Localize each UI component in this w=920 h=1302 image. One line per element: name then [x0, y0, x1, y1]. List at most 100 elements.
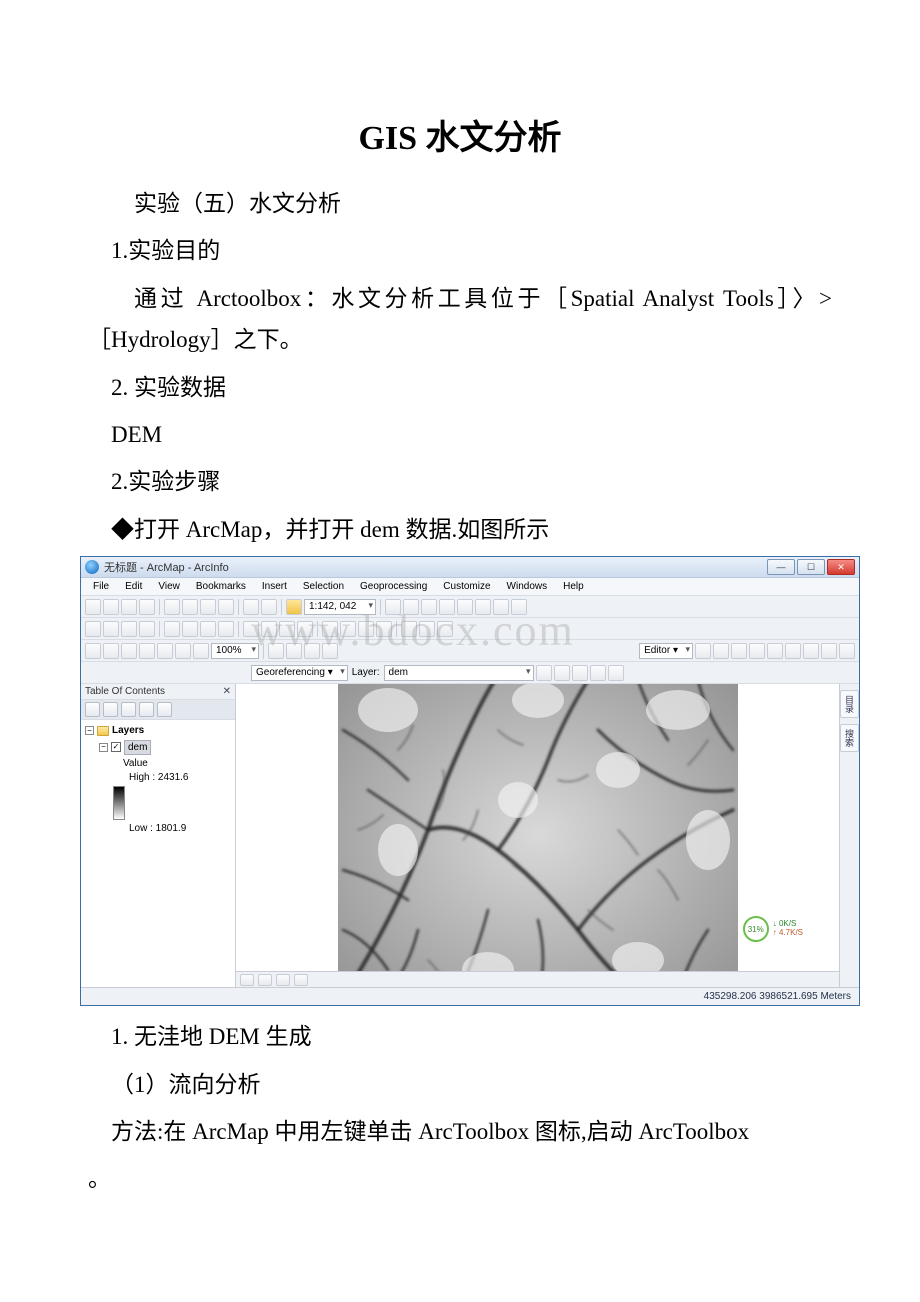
zoom-out-icon[interactable] — [103, 621, 119, 637]
map-view[interactable]: 31% ↓ 0K/S ↑ 4.7K/S — [236, 684, 839, 987]
list-by-visibility-icon[interactable] — [121, 702, 136, 717]
editor-dropdown[interactable]: Editor ▾ — [639, 643, 693, 659]
help-what-icon[interactable] — [511, 599, 527, 615]
list-by-selection-icon[interactable] — [139, 702, 154, 717]
split-icon[interactable] — [767, 643, 783, 659]
menu-geoprocessing[interactable]: Geoprocessing — [354, 580, 433, 593]
collapse-dem-icon[interactable]: − — [99, 743, 108, 752]
go-to-xy-icon[interactable] — [376, 621, 392, 637]
reshape-icon[interactable] — [731, 643, 747, 659]
catalog-icon[interactable] — [421, 599, 437, 615]
collapse-layers-icon[interactable]: − — [85, 726, 94, 735]
toggle-draft-icon[interactable] — [268, 643, 284, 659]
paste-icon[interactable] — [200, 599, 216, 615]
layer-dem[interactable]: dem — [124, 740, 151, 756]
copy-icon[interactable] — [182, 599, 198, 615]
html-popup-icon[interactable] — [419, 621, 435, 637]
toc-close-icon[interactable]: ✕ — [223, 686, 231, 697]
fixed-zoom-in-icon[interactable] — [164, 621, 180, 637]
toc-icon[interactable] — [403, 599, 419, 615]
maximize-button[interactable]: ☐ — [797, 559, 825, 575]
layout-prev-icon[interactable] — [175, 643, 191, 659]
modelbuilder-icon[interactable] — [493, 599, 509, 615]
menu-bookmarks[interactable]: Bookmarks — [190, 580, 252, 593]
georeferencing-dropdown[interactable]: Georeferencing ▾ — [251, 665, 348, 681]
change-layout-icon[interactable] — [304, 643, 320, 659]
minimize-button[interactable]: — — [767, 559, 795, 575]
menu-windows[interactable]: Windows — [501, 580, 554, 593]
dock-catalog[interactable]: 目录 — [840, 690, 859, 718]
layers-group-label[interactable]: Layers — [112, 724, 144, 738]
menu-file[interactable]: File — [87, 580, 115, 593]
full-extent-icon[interactable] — [139, 621, 155, 637]
undo-icon[interactable] — [243, 599, 259, 615]
list-by-source-icon[interactable] — [103, 702, 118, 717]
next-extent-icon[interactable] — [218, 621, 234, 637]
scale-combo[interactable]: 1:142, 042 — [304, 599, 376, 615]
attributes-icon[interactable] — [803, 643, 819, 659]
menu-view[interactable]: View — [152, 580, 186, 593]
georef-scale-icon[interactable] — [572, 665, 588, 681]
edit-tool-icon[interactable] — [695, 643, 711, 659]
time-slider-icon[interactable] — [401, 621, 417, 637]
layout-zoom-in-icon[interactable] — [85, 643, 101, 659]
layout-zoom-out-icon[interactable] — [103, 643, 119, 659]
list-by-draw-order-icon[interactable] — [85, 702, 100, 717]
menu-insert[interactable]: Insert — [256, 580, 293, 593]
layout-view-icon[interactable] — [258, 974, 272, 986]
data-driven-pages-icon[interactable] — [322, 643, 338, 659]
toc-options-icon[interactable] — [157, 702, 172, 717]
select-elements-icon[interactable] — [279, 621, 295, 637]
python-icon[interactable] — [475, 599, 491, 615]
measure-icon[interactable] — [322, 621, 338, 637]
layout-next-icon[interactable] — [193, 643, 209, 659]
editor-toolbar-icon[interactable] — [385, 599, 401, 615]
georef-rotate-icon[interactable] — [536, 665, 552, 681]
save-icon[interactable] — [121, 599, 137, 615]
find-icon[interactable] — [340, 621, 356, 637]
georef-toolbar: Georeferencing ▾ Layer: dem — [81, 662, 859, 684]
pause-drawing-icon[interactable] — [294, 974, 308, 986]
focus-data-frame-icon[interactable] — [286, 643, 302, 659]
create-viewer-icon[interactable] — [437, 621, 453, 637]
arctoolbox-icon[interactable] — [457, 599, 473, 615]
dem-checkbox[interactable]: ✓ — [111, 742, 121, 752]
redo-icon[interactable] — [261, 599, 277, 615]
fixed-zoom-out-icon[interactable] — [182, 621, 198, 637]
layout-pan-icon[interactable] — [121, 643, 137, 659]
sketch-props-icon[interactable] — [821, 643, 837, 659]
georef-shift-icon[interactable] — [554, 665, 570, 681]
delete-icon[interactable] — [218, 599, 234, 615]
select-features-icon[interactable] — [243, 621, 259, 637]
new-doc-icon[interactable] — [85, 599, 101, 615]
find-route-icon[interactable] — [358, 621, 374, 637]
dock-search[interactable]: 搜索 — [840, 724, 859, 752]
layout-zoom-combo[interactable]: 100% — [211, 643, 259, 659]
georef-view-links-icon[interactable] — [608, 665, 624, 681]
add-data-icon[interactable] — [286, 599, 302, 615]
menu-edit[interactable]: Edit — [119, 580, 148, 593]
georef-add-points-icon[interactable] — [590, 665, 606, 681]
search-icon[interactable] — [439, 599, 455, 615]
data-view-icon[interactable] — [240, 974, 254, 986]
edit-vertices-icon[interactable] — [713, 643, 729, 659]
close-button[interactable]: ✕ — [827, 559, 855, 575]
open-icon[interactable] — [103, 599, 119, 615]
create-features-icon[interactable] — [839, 643, 855, 659]
georef-layer-combo[interactable]: dem — [384, 665, 534, 681]
refresh-view-icon[interactable] — [276, 974, 290, 986]
zoom-100-icon[interactable] — [157, 643, 173, 659]
pan-icon[interactable] — [121, 621, 137, 637]
menu-customize[interactable]: Customize — [437, 580, 496, 593]
print-icon[interactable] — [139, 599, 155, 615]
prev-extent-icon[interactable] — [200, 621, 216, 637]
rotate-icon[interactable] — [785, 643, 801, 659]
cut-polygons-icon[interactable] — [749, 643, 765, 659]
cut-icon[interactable] — [164, 599, 180, 615]
clear-selection-icon[interactable] — [261, 621, 277, 637]
zoom-whole-page-icon[interactable] — [139, 643, 155, 659]
menu-help[interactable]: Help — [557, 580, 590, 593]
menu-selection[interactable]: Selection — [297, 580, 350, 593]
zoom-in-icon[interactable] — [85, 621, 101, 637]
identify-icon[interactable] — [297, 621, 313, 637]
